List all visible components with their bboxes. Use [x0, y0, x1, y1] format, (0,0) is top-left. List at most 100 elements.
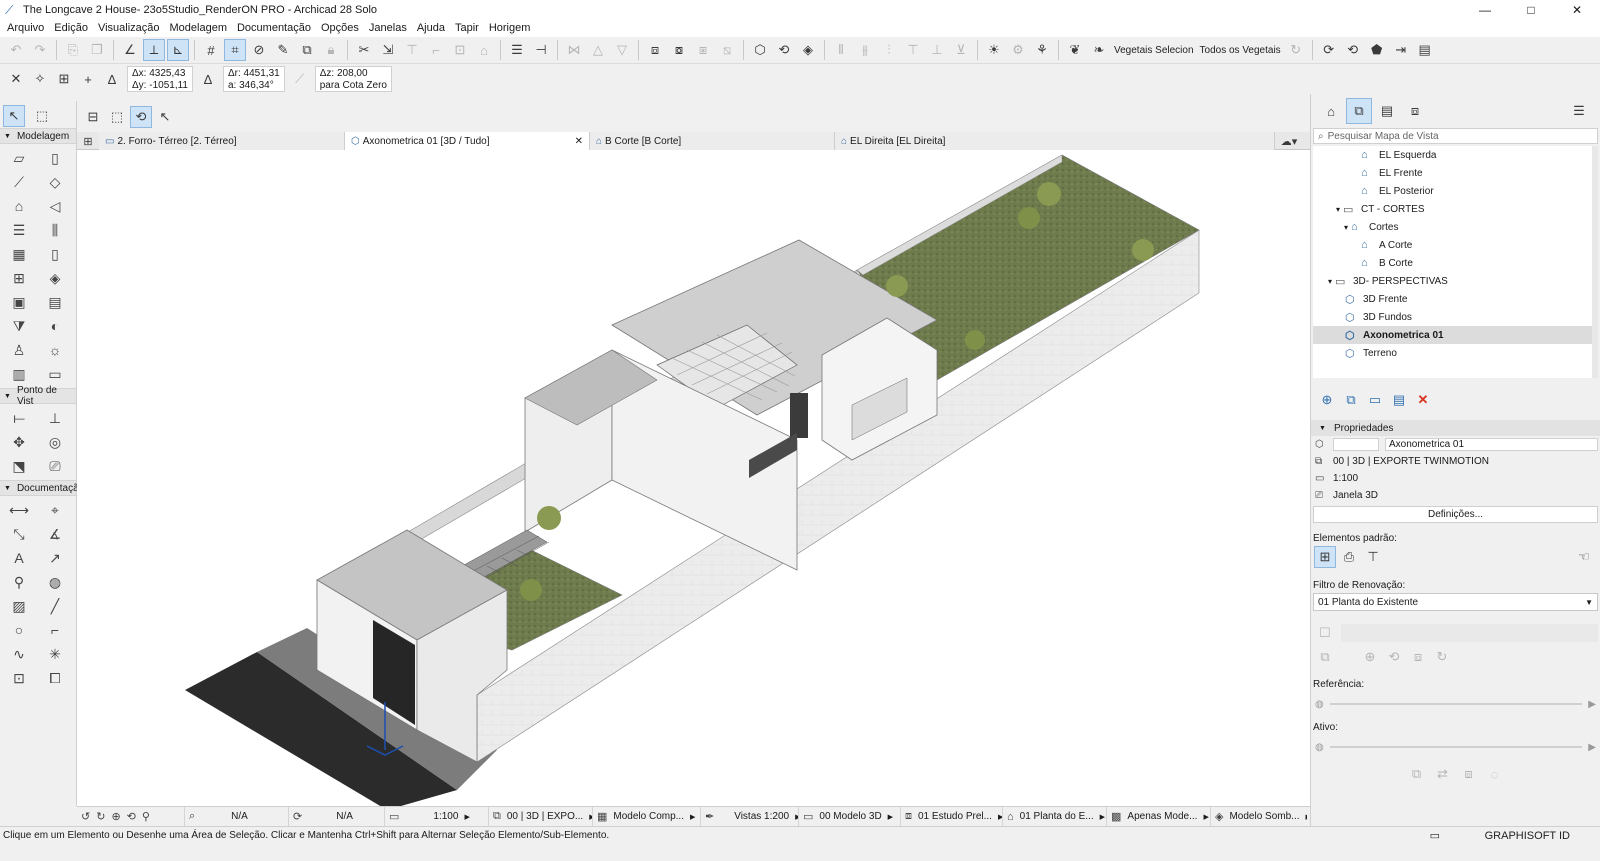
- graphic-override-field[interactable]: ▭ 00 Modelo 3D ▶: [799, 806, 901, 827]
- slab-tool-icon[interactable]: ◇: [37, 170, 73, 194]
- polyline-tool-icon[interactable]: ⌐: [37, 618, 73, 642]
- add-transform-icon[interactable]: ⊕: [1359, 646, 1381, 668]
- detail-tool-icon[interactable]: ⬔: [1, 454, 37, 478]
- bring-front-icon[interactable]: ⧈: [644, 39, 666, 61]
- walk-icon[interactable]: ⚲: [142, 810, 150, 823]
- shell-tool-icon[interactable]: ◁: [37, 194, 73, 218]
- render-settings-icon[interactable]: ⚙: [1007, 39, 1029, 61]
- spline-tool-icon[interactable]: ∿: [1, 642, 37, 666]
- skylight-tool-icon[interactable]: ◈: [37, 266, 73, 290]
- tree-item-a-corte[interactable]: ⌂ A Corte: [1313, 236, 1592, 254]
- fillet-icon[interactable]: ⌐: [425, 39, 447, 61]
- model-view-field[interactable]: ▦ Modelo Comp... ▶: [593, 806, 701, 827]
- trace-icon[interactable]: ⊘: [248, 39, 270, 61]
- z-coordinate[interactable]: Δz: 208,00 para Cota Zero: [314, 66, 392, 92]
- drawing-tool-icon[interactable]: ⧠: [37, 666, 73, 690]
- scale-row[interactable]: ▭ 1:100: [1311, 470, 1600, 487]
- layer-combo-row[interactable]: ⧉ 00 | 3D | EXPORTE TWINMOTION: [1311, 453, 1600, 470]
- mirror-icon[interactable]: ⋈: [563, 39, 585, 61]
- menu-visualizacao[interactable]: Visualização: [98, 22, 160, 34]
- tree-item-cortes[interactable]: ▾ ⌂ Cortes: [1313, 218, 1592, 236]
- paste-icon[interactable]: ⎘: [62, 39, 84, 61]
- layout-book-icon[interactable]: ▤: [1374, 98, 1400, 124]
- selection-box-icon[interactable]: ⌗: [224, 39, 246, 61]
- triangle-up-icon[interactable]: △: [587, 39, 609, 61]
- suspend-groups-icon[interactable]: ⧅: [716, 39, 738, 61]
- angle-icon[interactable]: ∠: [119, 39, 141, 61]
- tree-item-el-posterior[interactable]: ⌂ EL Posterior: [1313, 182, 1592, 200]
- slope-icon[interactable]: ⟋: [289, 68, 311, 90]
- view-map-icon[interactable]: ⧉: [1346, 98, 1372, 124]
- tab-overview-icon[interactable]: ⊞: [78, 132, 98, 150]
- figure-tool-icon[interactable]: ⊡: [1, 666, 37, 690]
- merge-icon[interactable]: ⧈: [1458, 763, 1480, 785]
- align-icon[interactable]: ⊣: [530, 39, 552, 61]
- search-input[interactable]: ⌕ Pesquisar Mapa de Vista: [1313, 128, 1598, 144]
- circle-tool-icon[interactable]: ○: [1, 618, 37, 642]
- view-settings-icon[interactable]: ▤: [1387, 392, 1411, 408]
- renovation-filter-select[interactable]: 01 Planta do Existente ▼: [1313, 593, 1598, 611]
- panel-toggle-icon[interactable]: ▭: [1430, 829, 1440, 842]
- tree-item-axonometrica-01[interactable]: ⬡ Axonometrica 01: [1313, 326, 1592, 344]
- opening-tool-icon[interactable]: ▣: [1, 290, 37, 314]
- radial-dimension-tool-icon[interactable]: ⤡: [1, 522, 37, 546]
- sync-icon[interactable]: ⟳: [1318, 39, 1340, 61]
- relative-construction-icon[interactable]: +: [77, 68, 99, 90]
- split-icon[interactable]: ✂: [353, 39, 375, 61]
- rotation-field[interactable]: ⟳ N/A: [289, 806, 385, 827]
- rotate-transform-icon[interactable]: ⟲: [1383, 646, 1405, 668]
- reference-slider[interactable]: ◍ ▶: [1315, 696, 1596, 712]
- text-tool-icon[interactable]: A: [1, 546, 37, 570]
- polar-coordinates[interactable]: Δr: 4451,31 a: 346,34°: [222, 66, 285, 92]
- explode-icon[interactable]: ⊡: [449, 39, 471, 61]
- tree-item-ct-cortes[interactable]: ▾ ▭ CT - CORTES: [1313, 200, 1592, 218]
- clone-view-icon[interactable]: ⧉: [1339, 392, 1363, 408]
- pen-icon[interactable]: ✎: [272, 39, 294, 61]
- swap-icon[interactable]: ⇄: [1432, 763, 1454, 785]
- override-checkbox-icon[interactable]: ☐: [1314, 622, 1336, 644]
- window-tool-icon[interactable]: ⊞: [1, 266, 37, 290]
- render-icon[interactable]: ☀: [983, 39, 1005, 61]
- group-icon[interactable]: ⧇: [668, 39, 690, 61]
- marquee-options-icon[interactable]: ⬚: [106, 106, 128, 128]
- tree-item-3d-fundos[interactable]: ⬡ 3D Fundos: [1313, 308, 1592, 326]
- construction-method-icon[interactable]: ⊞: [53, 68, 75, 90]
- close-polygon-icon[interactable]: ✕: [5, 68, 27, 90]
- stair-tool-icon[interactable]: ☰: [1, 218, 37, 242]
- adjust-icon[interactable]: ⇲: [377, 39, 399, 61]
- guide-lines-icon[interactable]: ⟂: [143, 39, 165, 61]
- scale-field[interactable]: ▭ 1:100 ▶: [385, 806, 489, 827]
- tab-el-direita[interactable]: ⌂ EL Direita [EL Direita]: [835, 132, 1275, 150]
- 3d-viewport[interactable]: [77, 150, 1310, 806]
- section-ponto-de-vista[interactable]: ▼ Ponto de Vist: [0, 385, 76, 407]
- elevation-elements-icon[interactable]: ⊤: [1362, 546, 1384, 568]
- mesh-tool-icon[interactable]: ⧩: [1, 314, 37, 338]
- roof-tool-icon[interactable]: ⌂: [1, 194, 37, 218]
- copy-icon[interactable]: ❐: [86, 39, 108, 61]
- layers-icon[interactable]: ⧉: [296, 39, 318, 61]
- tree-item-el-frente[interactable]: ⌂ EL Frente: [1313, 164, 1592, 182]
- redo-view-icon[interactable]: ↻: [96, 810, 105, 823]
- menu-horigem[interactable]: Horigem: [489, 22, 531, 34]
- document-icon[interactable]: ▤: [1414, 39, 1436, 61]
- section-tool-icon[interactable]: ⟝: [1, 406, 37, 430]
- distribute-left-icon[interactable]: ⫴: [830, 39, 852, 61]
- redo-icon[interactable]: ↷: [29, 39, 51, 61]
- export-icon[interactable]: ⇥: [1390, 39, 1412, 61]
- door-tool-icon[interactable]: ▯: [37, 242, 73, 266]
- triangle-down-icon[interactable]: ▽: [611, 39, 633, 61]
- change-tool-icon[interactable]: ◍: [37, 570, 73, 594]
- all-vegetation-label[interactable]: Todos os Vegetais: [1200, 45, 1281, 56]
- column-tool-icon[interactable]: ▯: [37, 146, 73, 170]
- level-dimension-tool-icon[interactable]: ⌖: [37, 498, 73, 522]
- interior-elevation-tool-icon[interactable]: ✥: [1, 430, 37, 454]
- snap-icon[interactable]: ⊾: [167, 39, 189, 61]
- minimize-button[interactable]: —: [1462, 0, 1508, 19]
- arrow-tool-icon[interactable]: ↖: [3, 105, 25, 127]
- align-bottom-icon[interactable]: ⊻: [950, 39, 972, 61]
- tree-item-terreno[interactable]: ⬡ Terreno: [1313, 344, 1592, 362]
- design-option-field[interactable]: ⧈ 01 Estudo Prel... ▶: [901, 806, 1003, 827]
- collapse-caret-icon[interactable]: ▾: [1341, 223, 1351, 232]
- lamp-tool-icon[interactable]: ☼: [37, 338, 73, 362]
- hotspot-tool-icon[interactable]: ✳: [37, 642, 73, 666]
